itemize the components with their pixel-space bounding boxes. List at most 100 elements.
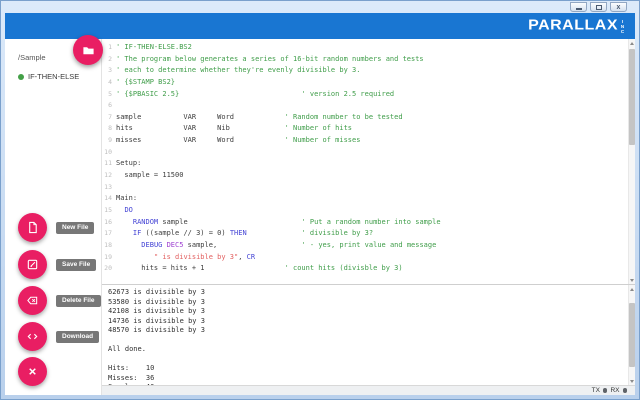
code-editor[interactable]: 1' IF-THEN-ELSE.BS22 ' The program below …: [102, 39, 635, 284]
delete-file-fab[interactable]: [18, 286, 47, 315]
code-line[interactable]: 5 ' {$PBASIC 2.5} ' version 2.5 required: [102, 89, 635, 101]
open-folder-button[interactable]: [73, 35, 103, 65]
tx-label: TX: [592, 387, 600, 394]
main-area: /Sample IF-THEN-ELSE New File: [5, 39, 635, 395]
line-number: 5: [102, 89, 112, 101]
code-line[interactable]: 18 DEBUG DEC5 sample, ' - yes, print val…: [102, 240, 635, 252]
console-scroll-down-arrow[interactable]: [629, 377, 635, 385]
console-scrollbar[interactable]: [628, 285, 635, 385]
console-scrollbar-thumb[interactable]: [629, 303, 635, 367]
window-close-button[interactable]: x: [610, 2, 627, 12]
console-line: 42108 is divisible by 3: [108, 307, 635, 317]
file-name: IF-THEN-ELSE: [28, 72, 79, 81]
download-button[interactable]: Download: [18, 322, 99, 351]
save-file-icon: [26, 258, 39, 271]
code-line[interactable]: 4 ' {$STAMP BS2}: [102, 77, 635, 89]
editor-scrollbar[interactable]: [628, 39, 635, 284]
line-text: DEBUG DEC5 sample, ' - yes, print value …: [116, 240, 436, 252]
code-line[interactable]: 2 ' The program below generates a series …: [102, 54, 635, 66]
console-line: [108, 336, 635, 346]
window-maximize-button[interactable]: [590, 2, 607, 12]
line-text: ' {$PBASIC 2.5} ' version 2.5 required: [116, 89, 394, 101]
console-scroll-up-arrow[interactable]: [629, 285, 635, 293]
line-number: 20: [102, 263, 112, 275]
code-line[interactable]: 15 DO: [102, 205, 635, 217]
console-line: Hits: 10: [108, 364, 635, 374]
console-line: 48570 is divisible by 3: [108, 326, 635, 336]
code-line[interactable]: 12 sample = 11500: [102, 170, 635, 182]
save-file-button[interactable]: Save File: [18, 250, 96, 279]
code-line[interactable]: 13: [102, 182, 635, 194]
line-text: ' The program below generates a series o…: [116, 54, 424, 66]
status-bar: TX RX: [102, 385, 635, 395]
close-fab[interactable]: [18, 357, 47, 386]
delete-file-button[interactable]: Delete File: [18, 286, 101, 315]
console-line: [108, 355, 635, 365]
line-text: hits VAR Nib ' Number of hits: [116, 123, 352, 135]
editor-scroll-up-arrow[interactable]: [629, 39, 635, 47]
line-number: 14: [102, 193, 112, 205]
console-line: 62673 is divisible by 3: [108, 288, 635, 298]
code-line[interactable]: 17 IF ((sample // 3) = 0) THEN ' divisib…: [102, 228, 635, 240]
download-fab[interactable]: [18, 322, 47, 351]
line-text: ' {$STAMP BS2}: [116, 77, 175, 89]
code-line[interactable]: 6: [102, 100, 635, 112]
line-number: 13: [102, 182, 112, 194]
code-line[interactable]: 9 misses VAR Word ' Number of misses: [102, 135, 635, 147]
code-line[interactable]: 19 " is divisible by 3", CR: [102, 252, 635, 264]
rx-label: RX: [610, 387, 619, 394]
rx-led-icon: [623, 388, 628, 393]
line-number: 4: [102, 77, 112, 89]
line-number: 18: [102, 240, 112, 252]
new-file-icon: [26, 221, 39, 234]
new-file-button[interactable]: New File: [18, 213, 94, 242]
app-window: x PARALLAX INC /Sample IF-THEN-ELSE: [0, 0, 640, 400]
line-text: sample = 11500: [116, 170, 183, 182]
line-number: 7: [102, 112, 112, 124]
download-label: Download: [56, 331, 99, 343]
minimize-icon: [576, 8, 582, 10]
code-line[interactable]: 8hits VAR Nib ' Number of hits: [102, 123, 635, 135]
line-text: misses VAR Word ' Number of misses: [116, 135, 360, 147]
delete-file-icon: [26, 294, 39, 307]
file-item-if-then-else[interactable]: IF-THEN-ELSE: [18, 72, 101, 81]
code-line[interactable]: 10: [102, 147, 635, 159]
triangle-up-icon: [630, 42, 634, 45]
line-text: " is divisible by 3", CR: [116, 252, 255, 264]
line-number: 12: [102, 170, 112, 182]
save-file-fab[interactable]: [18, 250, 47, 279]
line-number: 6: [102, 100, 112, 112]
editor-scroll-down-arrow[interactable]: [629, 276, 635, 284]
new-file-fab[interactable]: [18, 213, 47, 242]
line-number: 3: [102, 65, 112, 77]
code-line[interactable]: 14Main:: [102, 193, 635, 205]
close-button[interactable]: [18, 357, 47, 386]
window-minimize-button[interactable]: [570, 2, 587, 12]
code-line[interactable]: 16 RANDOM sample ' Put a random number i…: [102, 217, 635, 229]
code-line[interactable]: 1' IF-THEN-ELSE.BS2: [102, 42, 635, 54]
close-window-icon: x: [617, 4, 621, 11]
save-file-label: Save File: [56, 259, 96, 271]
new-file-label: New File: [56, 222, 94, 234]
console-line: All done.: [108, 345, 635, 355]
code-line[interactable]: 20 hits = hits + 1 ' count hits (divisbl…: [102, 263, 635, 275]
triangle-down-icon: [630, 380, 634, 383]
debug-console[interactable]: 62673 is divisible by 353580 is divisibl…: [102, 284, 635, 385]
line-text: DO: [116, 205, 133, 217]
parallax-logo: PARALLAX INC: [528, 17, 625, 35]
console-line: Misses: 36: [108, 374, 635, 384]
console-lines: 62673 is divisible by 353580 is divisibl…: [102, 285, 635, 385]
brand-inc-text: INC: [620, 19, 625, 34]
code-line[interactable]: 7sample VAR Word ' Random number to be t…: [102, 112, 635, 124]
app-header: PARALLAX INC: [5, 13, 635, 39]
window-titlebar[interactable]: x: [1, 1, 639, 13]
editor-scrollbar-thumb[interactable]: [629, 49, 635, 145]
line-number: 9: [102, 135, 112, 147]
line-number: 2: [102, 54, 112, 66]
code-line[interactable]: 11Setup:: [102, 158, 635, 170]
line-number: 15: [102, 205, 112, 217]
code-line[interactable]: 3' each to determine whether they're eve…: [102, 65, 635, 77]
line-number: 19: [102, 252, 112, 264]
line-number: 11: [102, 158, 112, 170]
line-number: 16: [102, 217, 112, 229]
